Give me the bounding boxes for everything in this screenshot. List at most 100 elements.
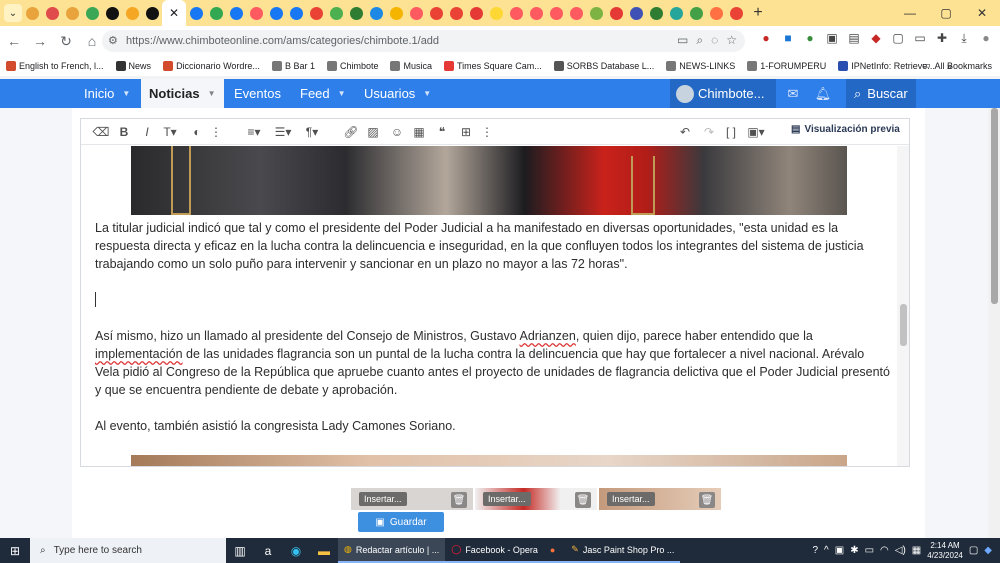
- quote-icon[interactable]: ❝: [434, 124, 450, 140]
- new-tab-button[interactable]: +: [746, 0, 770, 26]
- chevron-down-icon[interactable]: ▼: [208, 89, 216, 98]
- palette-icon[interactable]: ◐: [189, 124, 205, 140]
- maximize-icon[interactable]: ▢: [928, 0, 964, 26]
- browser-tab[interactable]: [626, 0, 646, 26]
- scrollbar-thumb[interactable]: [900, 304, 907, 346]
- battery-icon[interactable]: ▭: [865, 545, 874, 556]
- mail-icon[interactable]: ✉: [778, 79, 808, 108]
- bookmark-item[interactable]: SORBS Database L...: [548, 61, 661, 71]
- nav-noticias[interactable]: Noticias ▼: [141, 79, 224, 108]
- bookmark-item[interactable]: NEWS-LINKS: [660, 61, 741, 71]
- user-menu[interactable]: Chimbote...: [670, 79, 776, 108]
- bookmark-item[interactable]: English to French, l...: [0, 61, 110, 71]
- minimize-icon[interactable]: —: [892, 0, 928, 26]
- browser-tab[interactable]: [186, 0, 206, 26]
- link-icon[interactable]: 🔗︎: [343, 124, 359, 140]
- home-icon[interactable]: ⌂: [80, 29, 104, 53]
- notifications-icon[interactable]: ▢: [969, 545, 978, 556]
- browser-tab[interactable]: [386, 0, 406, 26]
- browser-tab[interactable]: [286, 0, 306, 26]
- bookmark-item[interactable]: Diccionario Wordre...: [157, 61, 266, 71]
- more-options-icon[interactable]: ⋮: [210, 124, 222, 140]
- bookmark-item[interactable]: News: [110, 61, 158, 71]
- browser-tab[interactable]: [586, 0, 606, 26]
- bookmark-item[interactable]: B Bar 1: [266, 61, 321, 71]
- nav-feed[interactable]: Feed ▼: [300, 79, 346, 108]
- editor-scrollbar[interactable]: [897, 146, 909, 466]
- taskbar-item-paintshop[interactable]: ✎ Jasc Paint Shop Pro ...: [565, 538, 681, 563]
- browser-tab[interactable]: [326, 0, 346, 26]
- extension-icon[interactable]: ●: [758, 30, 774, 46]
- browser-tab[interactable]: [566, 0, 586, 26]
- puzzle-icon[interactable]: ✚: [934, 30, 950, 46]
- nav-inicio[interactable]: Inicio ▼: [84, 79, 130, 108]
- browser-tab[interactable]: [526, 0, 546, 26]
- nav-eventos[interactable]: Eventos: [234, 79, 281, 108]
- extension-icon[interactable]: ◆: [868, 30, 884, 46]
- browser-tab[interactable]: [102, 0, 122, 26]
- browser-tab[interactable]: [266, 0, 286, 26]
- keyboard-icon[interactable]: ▦: [912, 545, 921, 556]
- extension-icon[interactable]: ■: [780, 30, 796, 46]
- article-photo[interactable]: [131, 146, 847, 215]
- browser-tab[interactable]: [466, 0, 486, 26]
- scrollbar-thumb[interactable]: [991, 108, 998, 304]
- taskbar-item-firefox[interactable]: ●: [543, 538, 566, 563]
- browser-tab[interactable]: [666, 0, 686, 26]
- article-photo-2[interactable]: [131, 455, 847, 466]
- browser-tab[interactable]: [22, 0, 42, 26]
- all-bookmarks-button[interactable]: ▭ All Bookmarks: [922, 60, 992, 71]
- extension-icon[interactable]: ●: [802, 30, 818, 46]
- save-draft-icon[interactable]: ▣▾: [745, 124, 767, 140]
- browser-tab[interactable]: [62, 0, 82, 26]
- extension-icon[interactable]: ▣: [824, 30, 840, 46]
- browser-tab[interactable]: [426, 0, 446, 26]
- save-button[interactable]: ▣ Guardar: [358, 512, 444, 532]
- browser-tab[interactable]: [42, 0, 62, 26]
- trash-icon[interactable]: 🗑︎: [699, 492, 715, 508]
- bold-icon[interactable]: B: [117, 124, 131, 140]
- install-icon[interactable]: ▭: [677, 33, 688, 48]
- site-info-icon[interactable]: ⚙: [108, 34, 118, 47]
- misspelled-word[interactable]: implementación: [95, 347, 183, 361]
- active-tab-close-icon[interactable]: ✕: [162, 0, 186, 26]
- tray-app-icon[interactable]: ▣: [835, 545, 844, 556]
- extension-icon[interactable]: ▤: [846, 30, 862, 46]
- browser-tab[interactable]: [346, 0, 366, 26]
- list-icon[interactable]: ≡▾: [243, 124, 265, 140]
- bookmark-item[interactable]: 1-FORUMPERU: [741, 61, 832, 71]
- eraser-icon[interactable]: ⌫: [93, 124, 110, 140]
- browser-tab[interactable]: [606, 0, 626, 26]
- browser-tab[interactable]: [646, 0, 666, 26]
- chevron-down-icon[interactable]: ▼: [338, 89, 346, 98]
- bookmark-item[interactable]: Musica: [384, 61, 438, 71]
- extension-icon[interactable]: ▢: [890, 30, 906, 46]
- close-icon[interactable]: ✕: [964, 0, 1000, 26]
- misspelled-word[interactable]: Adrianzen: [520, 329, 576, 343]
- redo-icon[interactable]: ↷: [701, 124, 717, 140]
- browser-tab[interactable]: [446, 0, 466, 26]
- chevron-up-icon[interactable]: ^: [824, 545, 829, 556]
- profile-icon[interactable]: ●: [978, 30, 994, 46]
- trash-icon[interactable]: 🗑︎: [575, 492, 591, 508]
- align-icon[interactable]: ☰▾: [272, 124, 294, 140]
- browser-tab[interactable]: [706, 0, 726, 26]
- bluetooth-icon[interactable]: ✱: [850, 545, 858, 556]
- volume-icon[interactable]: ◁): [895, 545, 906, 556]
- image-icon[interactable]: ▨: [365, 124, 381, 140]
- browser-tab[interactable]: [686, 0, 706, 26]
- help-icon[interactable]: ?: [812, 545, 818, 556]
- trash-icon[interactable]: 🗑︎: [451, 492, 467, 508]
- eye-off-icon[interactable]: ◌: [711, 33, 718, 48]
- browser-tab[interactable]: [122, 0, 142, 26]
- star-icon[interactable]: ☆: [726, 33, 737, 48]
- text-size-icon[interactable]: T▾: [158, 124, 182, 140]
- page-scrollbar[interactable]: [988, 108, 1000, 538]
- browser-tab[interactable]: [726, 0, 746, 26]
- zoom-icon[interactable]: ⌕: [696, 33, 703, 48]
- back-icon[interactable]: ←: [2, 29, 26, 53]
- tab-search-icon[interactable]: ⌄: [4, 4, 22, 22]
- browser-tab[interactable]: [406, 0, 426, 26]
- task-view-icon[interactable]: ▥: [226, 538, 254, 563]
- browser-tab[interactable]: [246, 0, 266, 26]
